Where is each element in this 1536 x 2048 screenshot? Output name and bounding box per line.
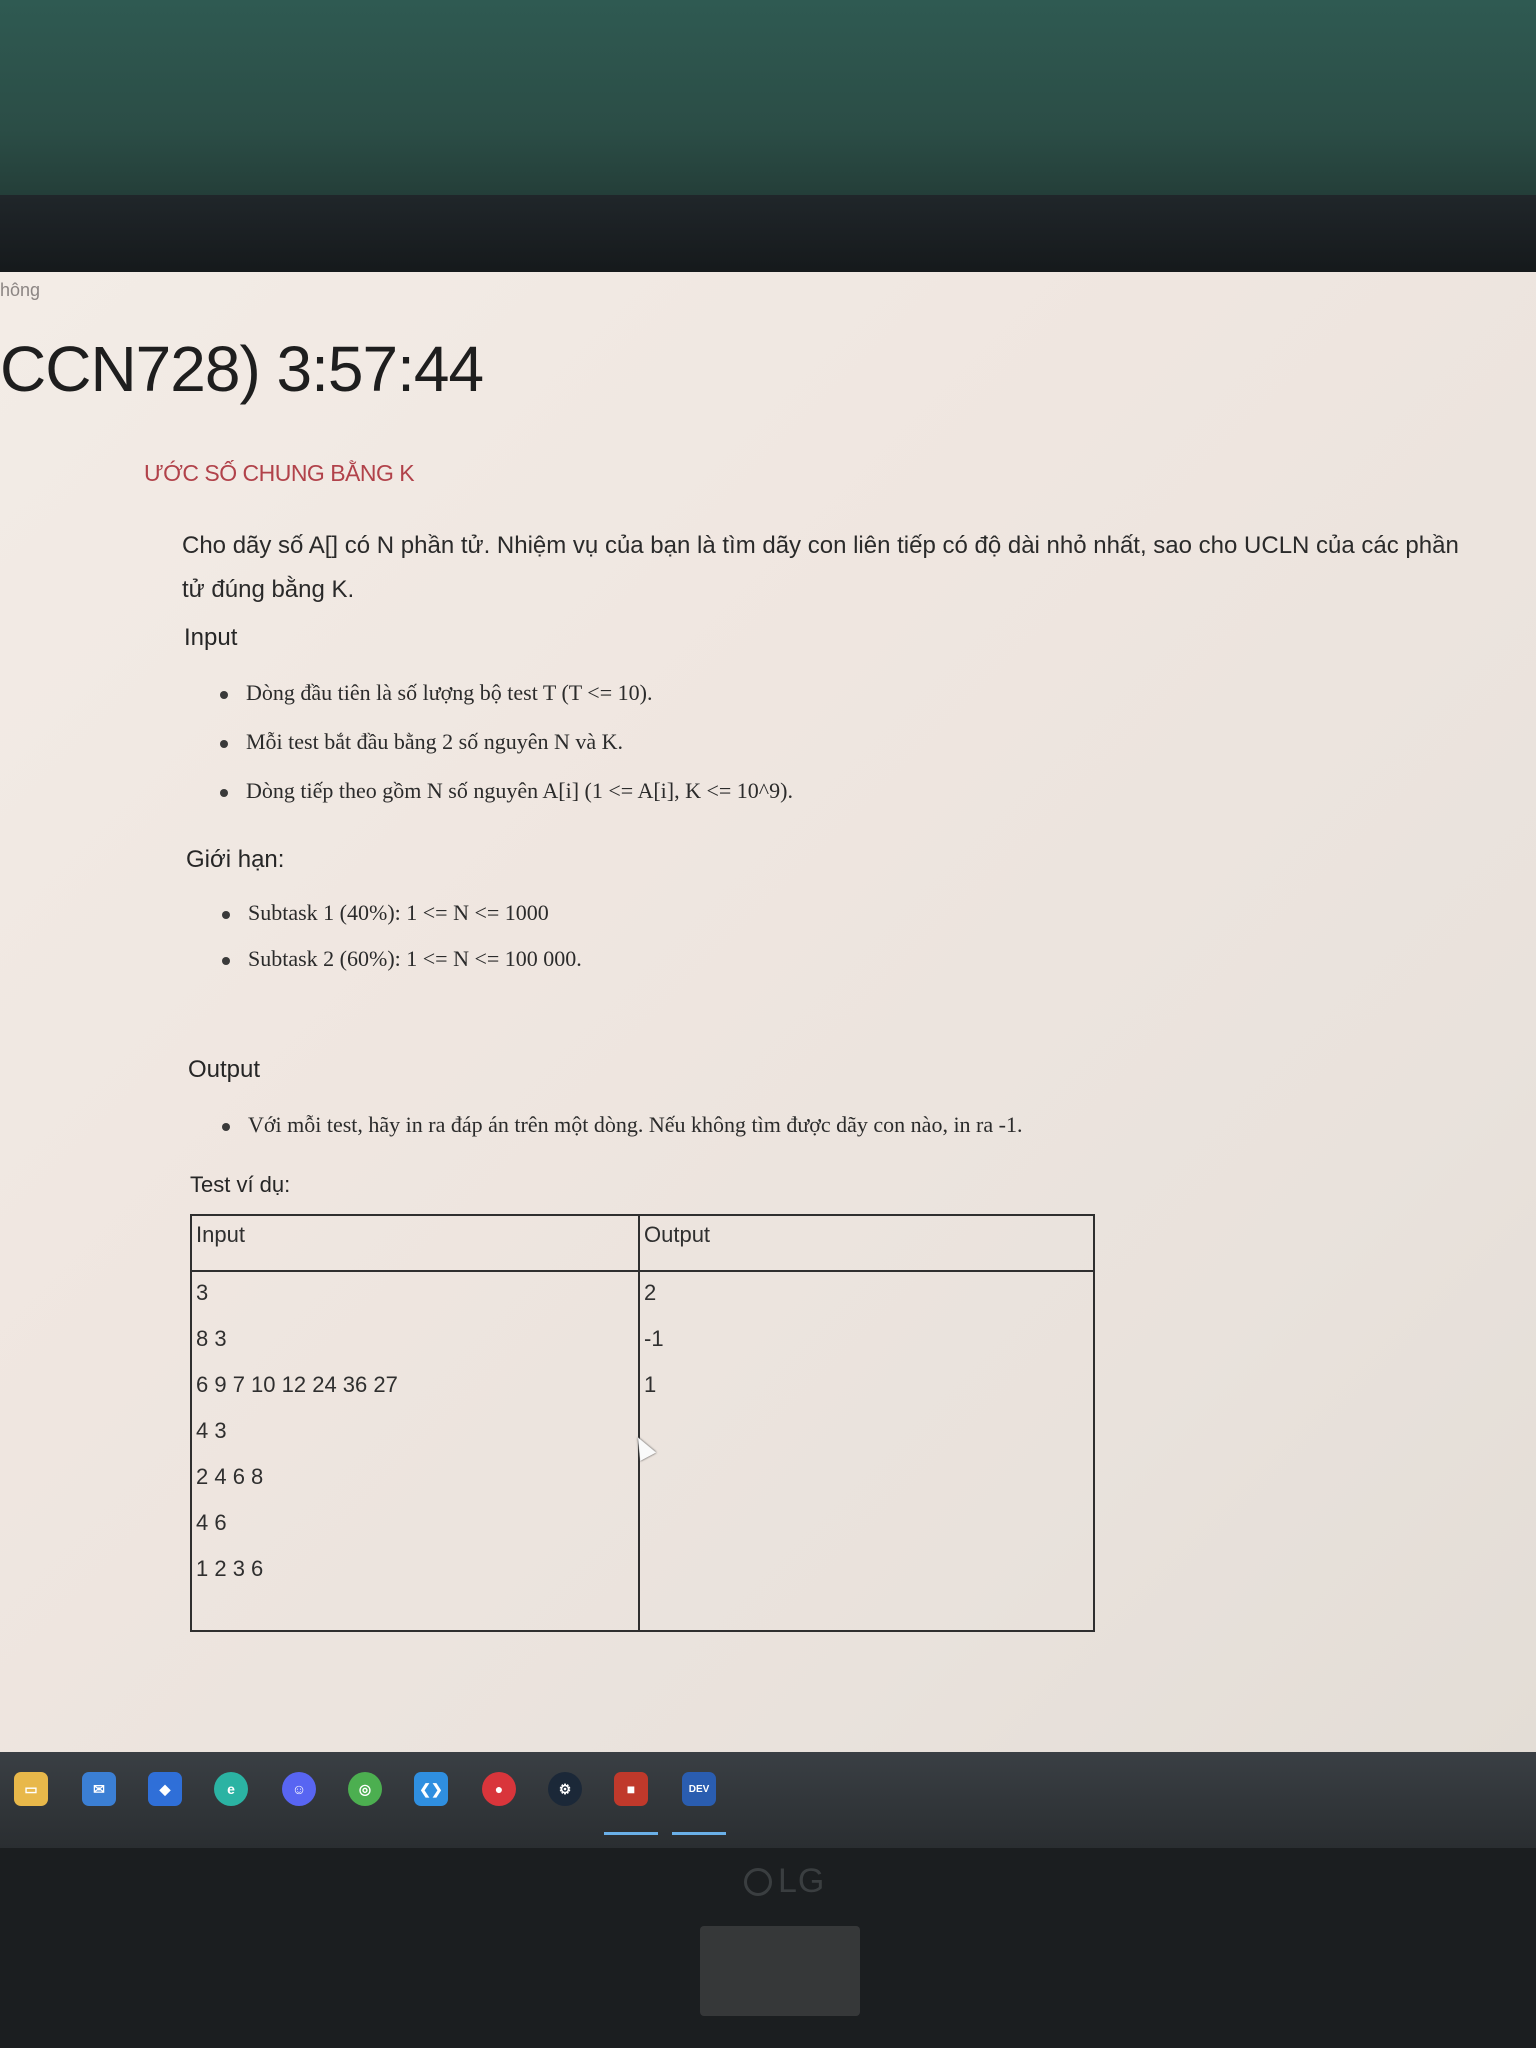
discord-icon[interactable]: ☺ — [282, 1772, 316, 1806]
sample-output-line: 1 — [644, 1372, 657, 1397]
file-explorer-icon[interactable]: ▭ — [14, 1772, 48, 1806]
list-item: Mỗi test bắt đầu bằng 2 số nguyên N và K… — [220, 729, 793, 778]
list-item: Subtask 1 (40%): 1 <= N <= 1000 — [222, 900, 582, 946]
lg-logo-icon — [744, 1867, 772, 1896]
vscode-icon[interactable]: ❮❯ — [414, 1772, 448, 1806]
app-red-icon[interactable]: ● — [482, 1772, 516, 1806]
problem-title: ƯỚC SỐ CHUNG BẰNG K — [144, 460, 415, 486]
input-list: Dòng đầu tiên là số lượng bộ test T (T <… — [220, 680, 793, 827]
chrome-icon[interactable]: ◎ — [348, 1772, 382, 1806]
devcpp-icon[interactable]: DEV — [682, 1772, 716, 1806]
output-heading: Output — [188, 1056, 261, 1083]
list-item: Dòng tiếp theo gồm N số nguyên A[i] (1 <… — [220, 778, 793, 827]
edge-icon[interactable]: e — [214, 1772, 248, 1806]
sample-input-cell: 3 8 3 6 9 7 10 12 24 36 27 4 3 2 4 6 8 4… — [190, 1270, 640, 1632]
sample-input-line: 4 3 — [196, 1418, 227, 1443]
monitor-bezel — [0, 195, 1536, 275]
windows-taskbar: ▭ ✉ ◆ e ☺ ◎ ❮❯ ● ⚙ ■ DEV — [0, 1752, 1536, 1848]
list-item: Subtask 2 (60%): 1 <= N <= 100 000. — [222, 946, 582, 992]
background-wall — [0, 0, 1536, 215]
taskbar-active-indicator — [604, 1832, 658, 1835]
dropbox-icon[interactable]: ◆ — [148, 1772, 182, 1806]
brand-name: LG — [778, 1862, 826, 1900]
sample-input-line: 3 — [196, 1280, 209, 1305]
table-header-output: Output — [638, 1214, 1095, 1272]
sample-input-line: 2 4 6 8 — [196, 1464, 264, 1489]
output-list: Với mỗi test, hãy in ra đáp án trên một … — [222, 1112, 1022, 1138]
list-item: Dòng đầu tiên là số lượng bộ test T (T <… — [220, 680, 793, 729]
taskbar-active-indicator — [672, 1832, 726, 1835]
sample-output-line: 2 — [644, 1280, 657, 1305]
contest-timer-title: CCN728) 3:57:44 — [0, 333, 484, 405]
limits-heading: Giới hạn: — [186, 846, 285, 873]
problem-statement: Cho dãy số A[] có N phần tử. Nhiệm vụ củ… — [182, 532, 1459, 603]
breadcrumb[interactable]: hông — [0, 280, 40, 301]
sample-input-line: 4 6 — [196, 1510, 227, 1535]
example-heading: Test ví dụ: — [190, 1172, 291, 1197]
sample-output-cell: 2 -1 1 — [638, 1270, 1095, 1632]
table-header-input: Input — [190, 1214, 640, 1272]
sample-test-table: Input Output 3 8 3 6 9 7 10 12 24 36 27 … — [190, 1214, 1095, 1632]
steam-icon[interactable]: ⚙ — [548, 1772, 582, 1806]
input-heading: Input — [184, 624, 238, 651]
mail-icon[interactable]: ✉ — [82, 1772, 116, 1806]
list-item: Với mỗi test, hãy in ra đáp án trên một … — [222, 1112, 1022, 1138]
limits-list: Subtask 1 (40%): 1 <= N <= 1000 Subtask … — [222, 900, 582, 992]
app-window-icon[interactable]: ■ — [614, 1772, 648, 1806]
browser-page: hông CCN728) 3:57:44 ƯỚC SỐ CHUNG BẰNG K… — [0, 272, 1536, 1752]
sample-input-line: 6 9 7 10 12 24 36 27 — [196, 1372, 398, 1397]
monitor-sticker — [700, 1926, 860, 2016]
sample-input-line: 1 2 3 6 — [196, 1556, 264, 1581]
sample-output-line: -1 — [644, 1326, 664, 1351]
sample-input-line: 8 3 — [196, 1326, 227, 1351]
monitor-brand-logo: LG — [744, 1862, 825, 1901]
